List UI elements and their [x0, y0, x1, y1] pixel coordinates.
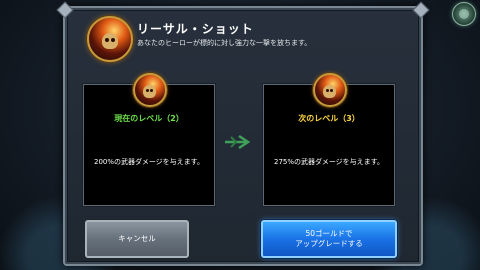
current-level-title: 現在のレベル（2）: [114, 114, 184, 123]
skull-fire-icon: [133, 73, 167, 107]
next-level-title: 次のレベル（3）: [298, 114, 360, 123]
cancel-button[interactable]: キャンセル: [85, 220, 189, 258]
arrow-right-icon: [223, 134, 253, 150]
skull-shape: [102, 33, 118, 49]
skull-shape: [143, 85, 156, 98]
ability-title: リーサル・ショット: [137, 22, 254, 36]
next-level-panel: 次のレベル（3） 275%の武器ダメージを与えます。: [263, 73, 395, 206]
upgrade-dialog: リーサル・ショット あなたのヒーローが標的に対し強力な一撃を放ちます。 現在のレ…: [63, 6, 423, 266]
current-level-effect: 200%の武器ダメージを与えます。: [94, 158, 204, 166]
upgrade-button[interactable]: 50ゴールドで アップグレードする: [261, 220, 397, 258]
skull-shape: [323, 85, 336, 98]
skull-fire-icon: [313, 73, 347, 107]
emblem-icon[interactable]: [452, 2, 476, 26]
next-level-effect: 275%の武器ダメージを与えます。: [274, 158, 384, 166]
ability-description: あなたのヒーローが標的に対し強力な一撃を放ちます。: [137, 39, 312, 47]
current-level-panel: 現在のレベル（2） 200%の武器ダメージを与えます。: [83, 73, 215, 206]
skull-fire-icon: [87, 16, 133, 62]
